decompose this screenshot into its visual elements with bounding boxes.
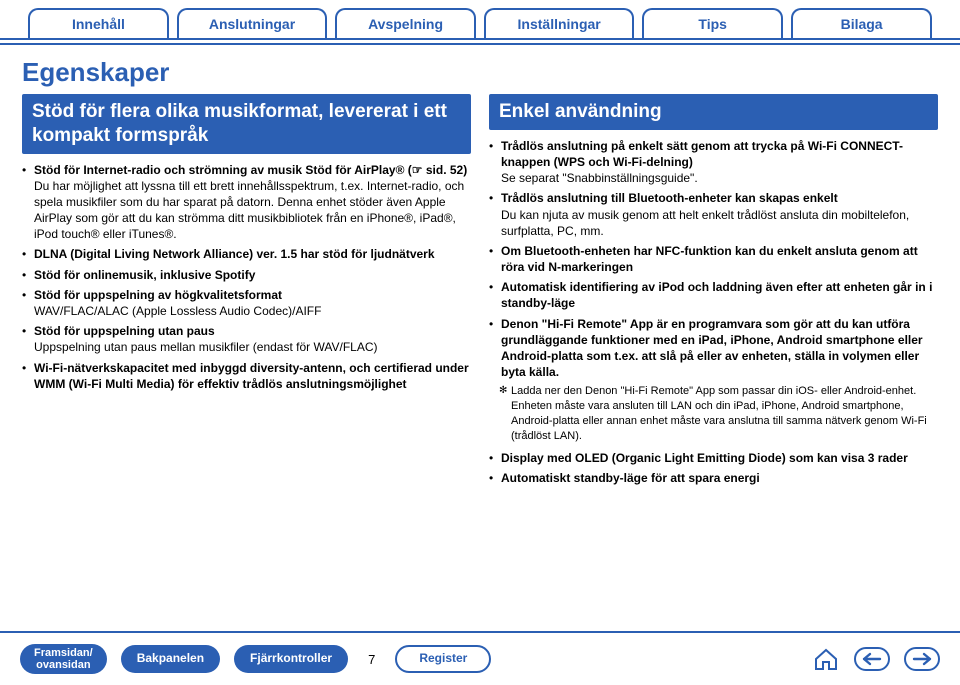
list-item: DLNA (Digital Living Network Alliance) v… <box>22 246 471 262</box>
right-bullet-list: Trådlös anslutning på enkelt sätt genom … <box>489 138 938 381</box>
right-panel-heading: Enkel användning <box>489 94 938 130</box>
item-lead: Automatisk identifiering av iPod och lad… <box>501 280 932 310</box>
item-lead: Stöd för uppspelning av högkvalitetsform… <box>34 288 282 302</box>
footnote: Ladda ner den Denon "Hi-Fi Remote" App s… <box>489 384 938 443</box>
next-page-button[interactable] <box>904 647 940 671</box>
nav-divider <box>0 38 960 40</box>
list-item: Trådlös anslutning på enkelt sätt genom … <box>489 138 938 187</box>
right-column: Enkel användning Trådlös anslutning på e… <box>489 94 938 490</box>
item-lead: Trådlös anslutning till Bluetooth-enhete… <box>501 191 838 205</box>
tab-anslutningar[interactable]: Anslutningar <box>177 8 327 38</box>
page-title: Egenskaper <box>0 47 960 94</box>
btn-register[interactable]: Register <box>395 645 491 672</box>
list-item: Wi-Fi-nätverkskapacitet med inbyggd dive… <box>22 360 471 392</box>
tab-bilaga[interactable]: Bilaga <box>791 8 932 38</box>
left-panel-heading: Stöd för flera olika musikformat, levere… <box>22 94 471 154</box>
tab-innehall[interactable]: Innehåll <box>28 8 169 38</box>
tab-tips[interactable]: Tips <box>642 8 783 38</box>
right-bullet-list-2: Display med OLED (Organic Light Emitting… <box>489 450 938 486</box>
item-sub: WAV/FLAC/ALAC (Apple Lossless Audio Code… <box>34 303 471 319</box>
item-lead: Automatiskt standby-läge för att spara e… <box>501 471 760 485</box>
item-sub: Uppspelning utan paus mellan musikfiler … <box>34 339 471 355</box>
tab-installningar[interactable]: Inställningar <box>484 8 634 38</box>
item-lead: Display med OLED (Organic Light Emitting… <box>501 451 908 465</box>
top-nav: Innehåll Anslutningar Avspelning Inställ… <box>0 0 960 38</box>
list-item: Stöd för uppspelning utan paus Uppspelni… <box>22 323 471 355</box>
list-item: Automatiskt standby-läge för att spara e… <box>489 470 938 486</box>
list-item: Stöd för onlinemusik, inklusive Spotify <box>22 267 471 283</box>
item-sub: Se separat "Snabbinställningsguide". <box>501 170 938 186</box>
home-icon[interactable] <box>812 647 840 671</box>
list-item: Denon "Hi-Fi Remote" App är en programva… <box>489 316 938 381</box>
btn-remote[interactable]: Fjärrkontroller <box>234 645 348 672</box>
left-column: Stöd för flera olika musikformat, levere… <box>22 94 471 490</box>
prev-page-button[interactable] <box>854 647 890 671</box>
item-sub: Du har möjlighet att lyssna till ett bre… <box>34 178 471 243</box>
item-lead: Om Bluetooth-enheten har NFC-funktion ka… <box>501 244 918 274</box>
list-item: Trådlös anslutning till Bluetooth-enhete… <box>489 190 938 239</box>
item-lead: Stöd för Internet-radio och strömning av… <box>34 163 467 177</box>
left-bullet-list: Stöd för Internet-radio och strömning av… <box>22 162 471 392</box>
btn-front-top[interactable]: Framsidan/ ovansidan <box>20 644 107 674</box>
item-lead: Stöd för uppspelning utan paus <box>34 324 215 338</box>
bottom-bar: Framsidan/ ovansidan Bakpanelen Fjärrkon… <box>0 631 960 685</box>
list-item: Display med OLED (Organic Light Emitting… <box>489 450 938 466</box>
nav-divider <box>0 43 960 45</box>
item-lead: Stöd för onlinemusik, inklusive Spotify <box>34 268 255 282</box>
item-lead: Wi-Fi-nätverkskapacitet med inbyggd dive… <box>34 361 469 391</box>
tab-avspelning[interactable]: Avspelning <box>335 8 476 38</box>
list-item: Stöd för uppspelning av högkvalitetsform… <box>22 287 471 319</box>
list-item: Automatisk identifiering av iPod och lad… <box>489 279 938 311</box>
body-columns: Stöd för flera olika musikformat, levere… <box>0 94 960 490</box>
list-item: Om Bluetooth-enheten har NFC-funktion ka… <box>489 243 938 275</box>
list-item: Stöd för Internet-radio och strömning av… <box>22 162 471 243</box>
item-lead: Denon "Hi-Fi Remote" App är en programva… <box>501 317 923 380</box>
item-sub: Du kan njuta av musik genom att helt enk… <box>501 207 938 239</box>
btn-back-panel[interactable]: Bakpanelen <box>121 645 220 672</box>
page-number: 7 <box>362 652 381 667</box>
item-lead: DLNA (Digital Living Network Alliance) v… <box>34 247 435 261</box>
item-lead: Trådlös anslutning på enkelt sätt genom … <box>501 139 903 169</box>
